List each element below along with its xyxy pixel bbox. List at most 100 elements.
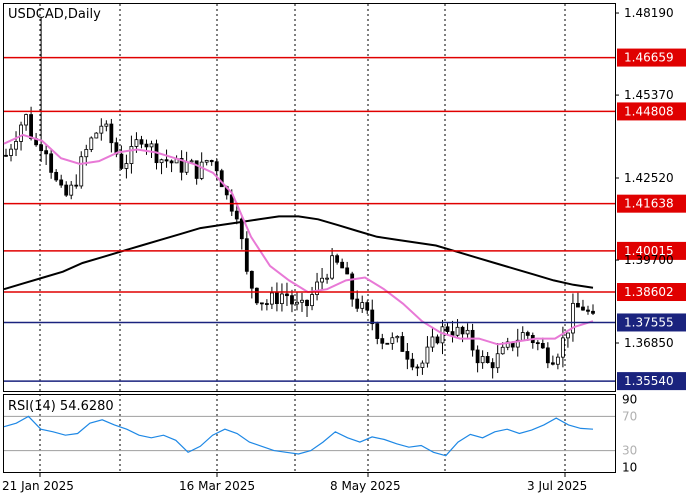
candle-body bbox=[380, 338, 385, 344]
candle-body bbox=[500, 346, 505, 355]
candle-body bbox=[545, 347, 550, 364]
candle-body bbox=[99, 125, 104, 134]
candle-body bbox=[270, 292, 274, 305]
candle-body bbox=[159, 159, 164, 164]
candle-body bbox=[400, 336, 405, 352]
candle-body bbox=[591, 310, 595, 314]
candle-body bbox=[535, 342, 540, 345]
candle-body bbox=[566, 332, 570, 339]
level-label: 1.44808 bbox=[624, 104, 674, 118]
x-tick-label: 3 Jul 2025 bbox=[527, 479, 587, 493]
candle-body bbox=[360, 302, 365, 309]
candle-body bbox=[189, 160, 194, 163]
candle-body bbox=[410, 358, 415, 368]
candle-body bbox=[305, 299, 309, 307]
candle-body bbox=[581, 306, 585, 311]
candle-body bbox=[94, 132, 99, 139]
candle-body bbox=[134, 139, 139, 147]
candle-body bbox=[385, 342, 390, 345]
candle-body bbox=[204, 160, 209, 163]
candle-body bbox=[119, 153, 124, 169]
candle-body bbox=[244, 238, 249, 272]
candle-body bbox=[259, 302, 264, 305]
candle-body bbox=[440, 326, 445, 344]
candle-body bbox=[435, 336, 440, 344]
candle-body bbox=[144, 143, 149, 148]
candle-body bbox=[335, 255, 340, 263]
candle-body bbox=[64, 184, 69, 196]
candle-body bbox=[74, 184, 79, 187]
y-tick-label: 1.45370 bbox=[624, 88, 674, 102]
candle-body bbox=[430, 336, 435, 348]
candle-body bbox=[340, 261, 345, 269]
candle-body bbox=[350, 273, 355, 300]
candle-body bbox=[345, 267, 350, 275]
rsi-tick-label: 90 bbox=[622, 392, 637, 406]
candle-body bbox=[560, 337, 565, 358]
level-label: 1.46659 bbox=[624, 51, 674, 65]
candle-body bbox=[149, 143, 154, 148]
candle-body bbox=[4, 154, 8, 157]
candle-body bbox=[490, 362, 495, 369]
candle-body bbox=[325, 277, 329, 280]
candle-body bbox=[89, 137, 94, 150]
y-tick-label: 1.36850 bbox=[624, 336, 674, 350]
level-label: 1.35540 bbox=[624, 374, 674, 388]
candle-body bbox=[586, 309, 590, 312]
candle-body bbox=[59, 179, 64, 186]
candle-body bbox=[84, 149, 89, 158]
rsi-label: RSI(14) 54.6280 bbox=[8, 399, 114, 414]
candle-body bbox=[169, 160, 174, 164]
x-tick-label: 8 May 2025 bbox=[330, 479, 401, 493]
candle-body bbox=[520, 332, 525, 341]
candle-body bbox=[455, 326, 460, 336]
candle-body bbox=[555, 356, 560, 365]
level-label: 1.37555 bbox=[624, 315, 674, 329]
candle-body bbox=[214, 161, 219, 172]
candle-body bbox=[495, 353, 500, 369]
y-tick-label: 1.48190 bbox=[624, 6, 674, 20]
candle-body bbox=[104, 123, 109, 127]
candle-body bbox=[330, 255, 335, 279]
candle-body bbox=[49, 153, 54, 173]
rsi-tick-label: 70 bbox=[622, 409, 637, 423]
candle-body bbox=[365, 302, 370, 311]
rsi-tick-label: 10 bbox=[622, 461, 637, 475]
candle-body bbox=[370, 309, 375, 325]
y-tick-label: 1.39700 bbox=[624, 253, 674, 267]
candle-body bbox=[300, 299, 304, 303]
candle-body bbox=[234, 210, 239, 220]
candle-body bbox=[320, 277, 324, 283]
candle-body bbox=[290, 295, 294, 305]
candle-body bbox=[375, 323, 380, 339]
candle-body bbox=[39, 144, 44, 152]
candle-body bbox=[390, 337, 395, 344]
candle-body bbox=[470, 329, 475, 351]
candle-body bbox=[44, 150, 49, 155]
candle-body bbox=[249, 270, 254, 289]
candle-body bbox=[415, 366, 420, 369]
candle-body bbox=[14, 141, 18, 150]
candle-body bbox=[355, 298, 360, 309]
candle-body bbox=[310, 294, 314, 307]
time-axis: 21 Jan 2025 16 Mar 2025 8 May 2025 3 Jul 20… bbox=[2, 472, 587, 493]
level-label: 1.38602 bbox=[624, 285, 674, 299]
y-tick-label: 1.42520 bbox=[624, 171, 674, 185]
candle-body bbox=[480, 356, 485, 364]
candle-body bbox=[405, 351, 410, 360]
usdcad-daily-chart: 1.466591.448081.416381.400151.386021.375… bbox=[2, 3, 686, 493]
candle-body bbox=[450, 331, 455, 336]
x-tick-label: 21 Jan 2025 bbox=[2, 479, 74, 493]
candle-body bbox=[420, 362, 425, 368]
candle-body bbox=[264, 303, 269, 305]
candle-body bbox=[139, 139, 144, 145]
candle-body bbox=[129, 146, 134, 164]
x-tick-label: 16 Mar 2025 bbox=[179, 479, 255, 493]
candle-body bbox=[280, 293, 284, 305]
candle-body bbox=[109, 123, 114, 144]
candle-body bbox=[9, 148, 13, 156]
candle-body bbox=[445, 326, 450, 332]
candle-body bbox=[425, 346, 430, 364]
candle-body bbox=[525, 332, 530, 336]
candle-body bbox=[254, 287, 259, 304]
